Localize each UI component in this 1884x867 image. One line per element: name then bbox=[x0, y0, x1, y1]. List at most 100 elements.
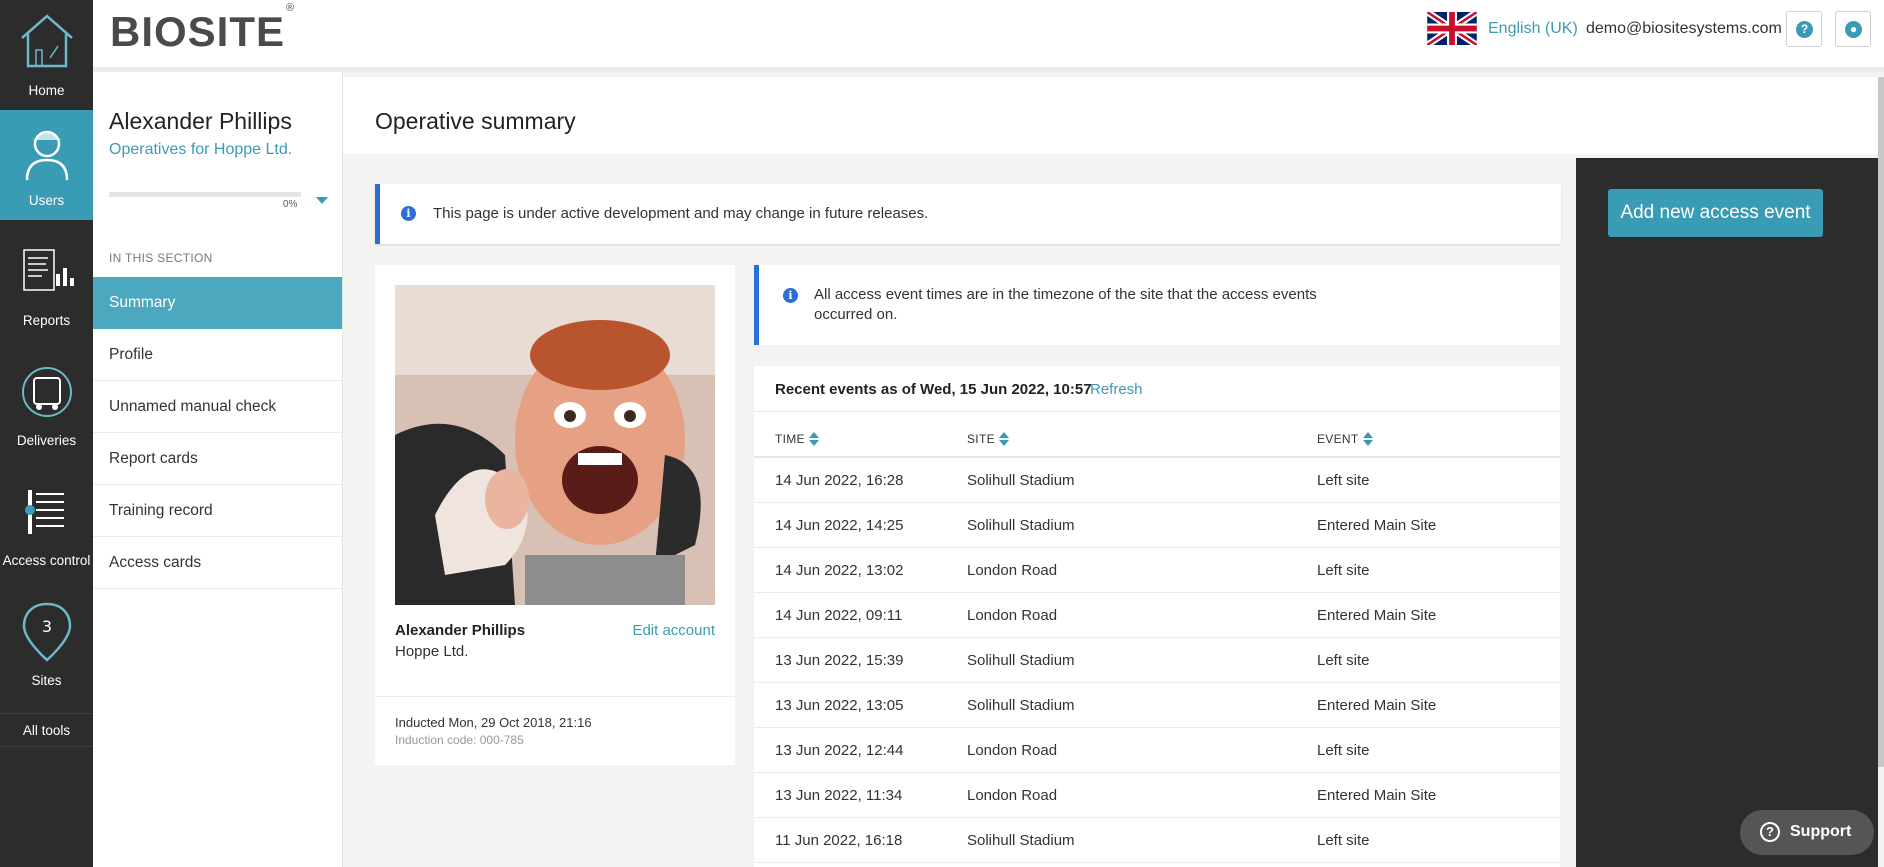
section-nav: Summary Profile Unnamed manual check Rep… bbox=[93, 277, 342, 589]
logo-registered-mark: ® bbox=[286, 2, 296, 14]
cell-event: Entered Main Site bbox=[1317, 517, 1437, 534]
cell-event: Left site bbox=[1317, 472, 1370, 489]
cell-event: Left site bbox=[1317, 652, 1370, 669]
table-row[interactable]: 11 Jun 2022, 16:18 Solihull Stadium Left s… bbox=[754, 818, 1560, 863]
profile-card: Alexander Phillips Hoppe Ltd. Edit accou… bbox=[375, 265, 735, 765]
cell-event: Entered Main Site bbox=[1317, 697, 1437, 714]
rail-item-deliveries[interactable]: Deliveries bbox=[0, 350, 93, 460]
rail-item-users[interactable]: Users bbox=[0, 110, 93, 220]
table-row[interactable]: 14 Jun 2022, 14:25 Solihull Stadium Entere… bbox=[754, 503, 1560, 548]
cell-time: 14 Jun 2022, 13:02 bbox=[775, 562, 904, 579]
column-time[interactable]: TIME bbox=[775, 432, 819, 446]
company-link[interactable]: Operatives for Hoppe Ltd. bbox=[109, 141, 292, 159]
timezone-notice: i All access event times are in the time… bbox=[754, 265, 1560, 345]
table-row[interactable]: 13 Jun 2022, 13:05 Solihull Stadium Entere… bbox=[754, 683, 1560, 728]
column-site[interactable]: SITE bbox=[967, 432, 1009, 446]
table-header: TIME SITE EVENT bbox=[754, 411, 1560, 458]
biosite-logo[interactable]: BIOSITE® bbox=[110, 2, 294, 56]
rail-item-sites[interactable]: 3 Sites bbox=[0, 590, 93, 700]
cell-site: Solihull Stadium bbox=[967, 832, 1075, 849]
cell-site: Solihull Stadium bbox=[967, 697, 1075, 714]
section-sidebar: Alexander Phillips Operatives for Hoppe … bbox=[93, 72, 343, 867]
cell-site: Solihull Stadium bbox=[967, 517, 1075, 534]
truck-icon bbox=[22, 367, 72, 417]
language-selector[interactable]: English (UK) bbox=[1488, 20, 1578, 38]
rail-label-access-control: Access control bbox=[2, 553, 91, 568]
induction-code: Induction code: 000-785 bbox=[395, 733, 524, 747]
rail-label-sites: Sites bbox=[31, 673, 62, 688]
table-row[interactable]: 14 Jun 2022, 09:11 London Road Entered Mai… bbox=[754, 593, 1560, 638]
section-heading: IN THIS SECTION bbox=[109, 251, 213, 265]
help-icon: ? bbox=[1796, 21, 1813, 38]
support-button[interactable]: ? Support bbox=[1740, 810, 1874, 855]
cell-time: 14 Jun 2022, 16:28 bbox=[775, 472, 904, 489]
table-row[interactable]: 14 Jun 2022, 13:02 London Road Left site bbox=[754, 548, 1560, 593]
cell-event: Left site bbox=[1317, 832, 1370, 849]
person-name: Alexander Phillips bbox=[109, 108, 292, 134]
info-icon: i bbox=[783, 288, 798, 303]
column-event-label: EVENT bbox=[1317, 432, 1359, 446]
events-table: TIME SITE EVENT 14 Jun 2022, 16:28 Solihu… bbox=[754, 411, 1560, 863]
section-item-summary[interactable]: Summary bbox=[93, 277, 342, 329]
rail-item-home[interactable]: Home bbox=[0, 0, 93, 110]
chevron-down-icon[interactable] bbox=[316, 197, 328, 204]
portrait-image bbox=[395, 285, 715, 605]
help-button[interactable]: ? bbox=[1786, 11, 1822, 47]
inducted-date: Inducted Mon, 29 Oct 2018, 21:16 bbox=[395, 715, 592, 730]
table-row[interactable]: 13 Jun 2022, 11:34 London Road Entered Mai… bbox=[754, 773, 1560, 818]
section-item-profile[interactable]: Profile bbox=[93, 329, 342, 381]
section-item-report-cards[interactable]: Report cards bbox=[93, 433, 342, 485]
cell-event: Left site bbox=[1317, 742, 1370, 759]
sort-icon[interactable] bbox=[998, 432, 1009, 446]
timezone-notice-text: All access event times are in the timezo… bbox=[814, 286, 1317, 323]
page-scrollbar[interactable] bbox=[1878, 77, 1884, 767]
info-icon: i bbox=[401, 206, 416, 221]
cell-event: Entered Main Site bbox=[1317, 607, 1437, 624]
user-email[interactable]: demo@biositesystems.com bbox=[1586, 20, 1782, 38]
operative-photo bbox=[395, 285, 715, 605]
logo-text: BIOSITE bbox=[110, 8, 286, 55]
cell-time: 13 Jun 2022, 11:34 bbox=[775, 787, 903, 804]
add-access-event-button[interactable]: Add new access event bbox=[1608, 189, 1823, 237]
table-row[interactable]: 13 Jun 2022, 15:39 Solihull Stadium Left s… bbox=[754, 638, 1560, 683]
card-divider bbox=[375, 696, 735, 697]
completion-percent: 0% bbox=[283, 199, 298, 210]
cell-time: 14 Jun 2022, 14:25 bbox=[775, 517, 904, 534]
profile-name: Alexander Phillips bbox=[395, 622, 526, 639]
access-control-icon bbox=[25, 490, 64, 534]
column-event[interactable]: EVENT bbox=[1317, 432, 1373, 446]
cell-site: London Road bbox=[967, 742, 1058, 759]
cell-event: Left site bbox=[1317, 562, 1370, 579]
section-item-manual-check[interactable]: Unnamed manual check bbox=[93, 381, 342, 433]
section-item-access-cards[interactable]: Access cards bbox=[93, 537, 342, 589]
cell-site: Solihull Stadium bbox=[967, 472, 1075, 489]
recent-events-heading: Recent events as of Wed, 15 Jun 2022, 10… bbox=[775, 381, 1092, 398]
cell-site: London Road bbox=[967, 607, 1058, 624]
cell-site: London Road bbox=[967, 787, 1058, 804]
sort-icon[interactable] bbox=[808, 432, 819, 446]
cell-time: 11 Jun 2022, 16:18 bbox=[775, 832, 903, 849]
edit-account-link[interactable]: Edit account bbox=[632, 622, 715, 639]
profile-company: Hoppe Ltd. bbox=[395, 643, 469, 660]
rail-item-access-control[interactable]: Access control bbox=[0, 470, 93, 580]
section-item-training-record[interactable]: Training record bbox=[93, 485, 342, 537]
top-header: BIOSITE® English (UK) demo@biositesystem… bbox=[93, 0, 1884, 72]
column-time-label: TIME bbox=[775, 432, 805, 446]
reports-icon bbox=[23, 249, 74, 291]
rail-item-reports[interactable]: Reports bbox=[0, 230, 93, 340]
map-pin-icon: 3 bbox=[22, 602, 72, 662]
uk-flag-icon[interactable] bbox=[1427, 12, 1477, 45]
table-row[interactable]: 14 Jun 2022, 16:28 Solihull Stadium Left s… bbox=[754, 458, 1560, 503]
question-icon: ? bbox=[1760, 822, 1780, 842]
sort-icon[interactable] bbox=[1362, 432, 1373, 446]
rail-label-home: Home bbox=[28, 83, 65, 98]
cell-site: London Road bbox=[967, 562, 1058, 579]
left-nav-rail: Home Users Reports Deliveries Access con… bbox=[0, 0, 93, 867]
account-button[interactable]: ● bbox=[1835, 11, 1871, 47]
refresh-link[interactable]: Refresh bbox=[1090, 381, 1143, 398]
table-row[interactable]: 13 Jun 2022, 12:44 London Road Left site bbox=[754, 728, 1560, 773]
account-icon: ● bbox=[1845, 21, 1862, 38]
rail-label-reports: Reports bbox=[22, 313, 71, 328]
page-title: Operative summary bbox=[375, 108, 576, 134]
all-tools-button[interactable]: All tools bbox=[0, 713, 93, 747]
